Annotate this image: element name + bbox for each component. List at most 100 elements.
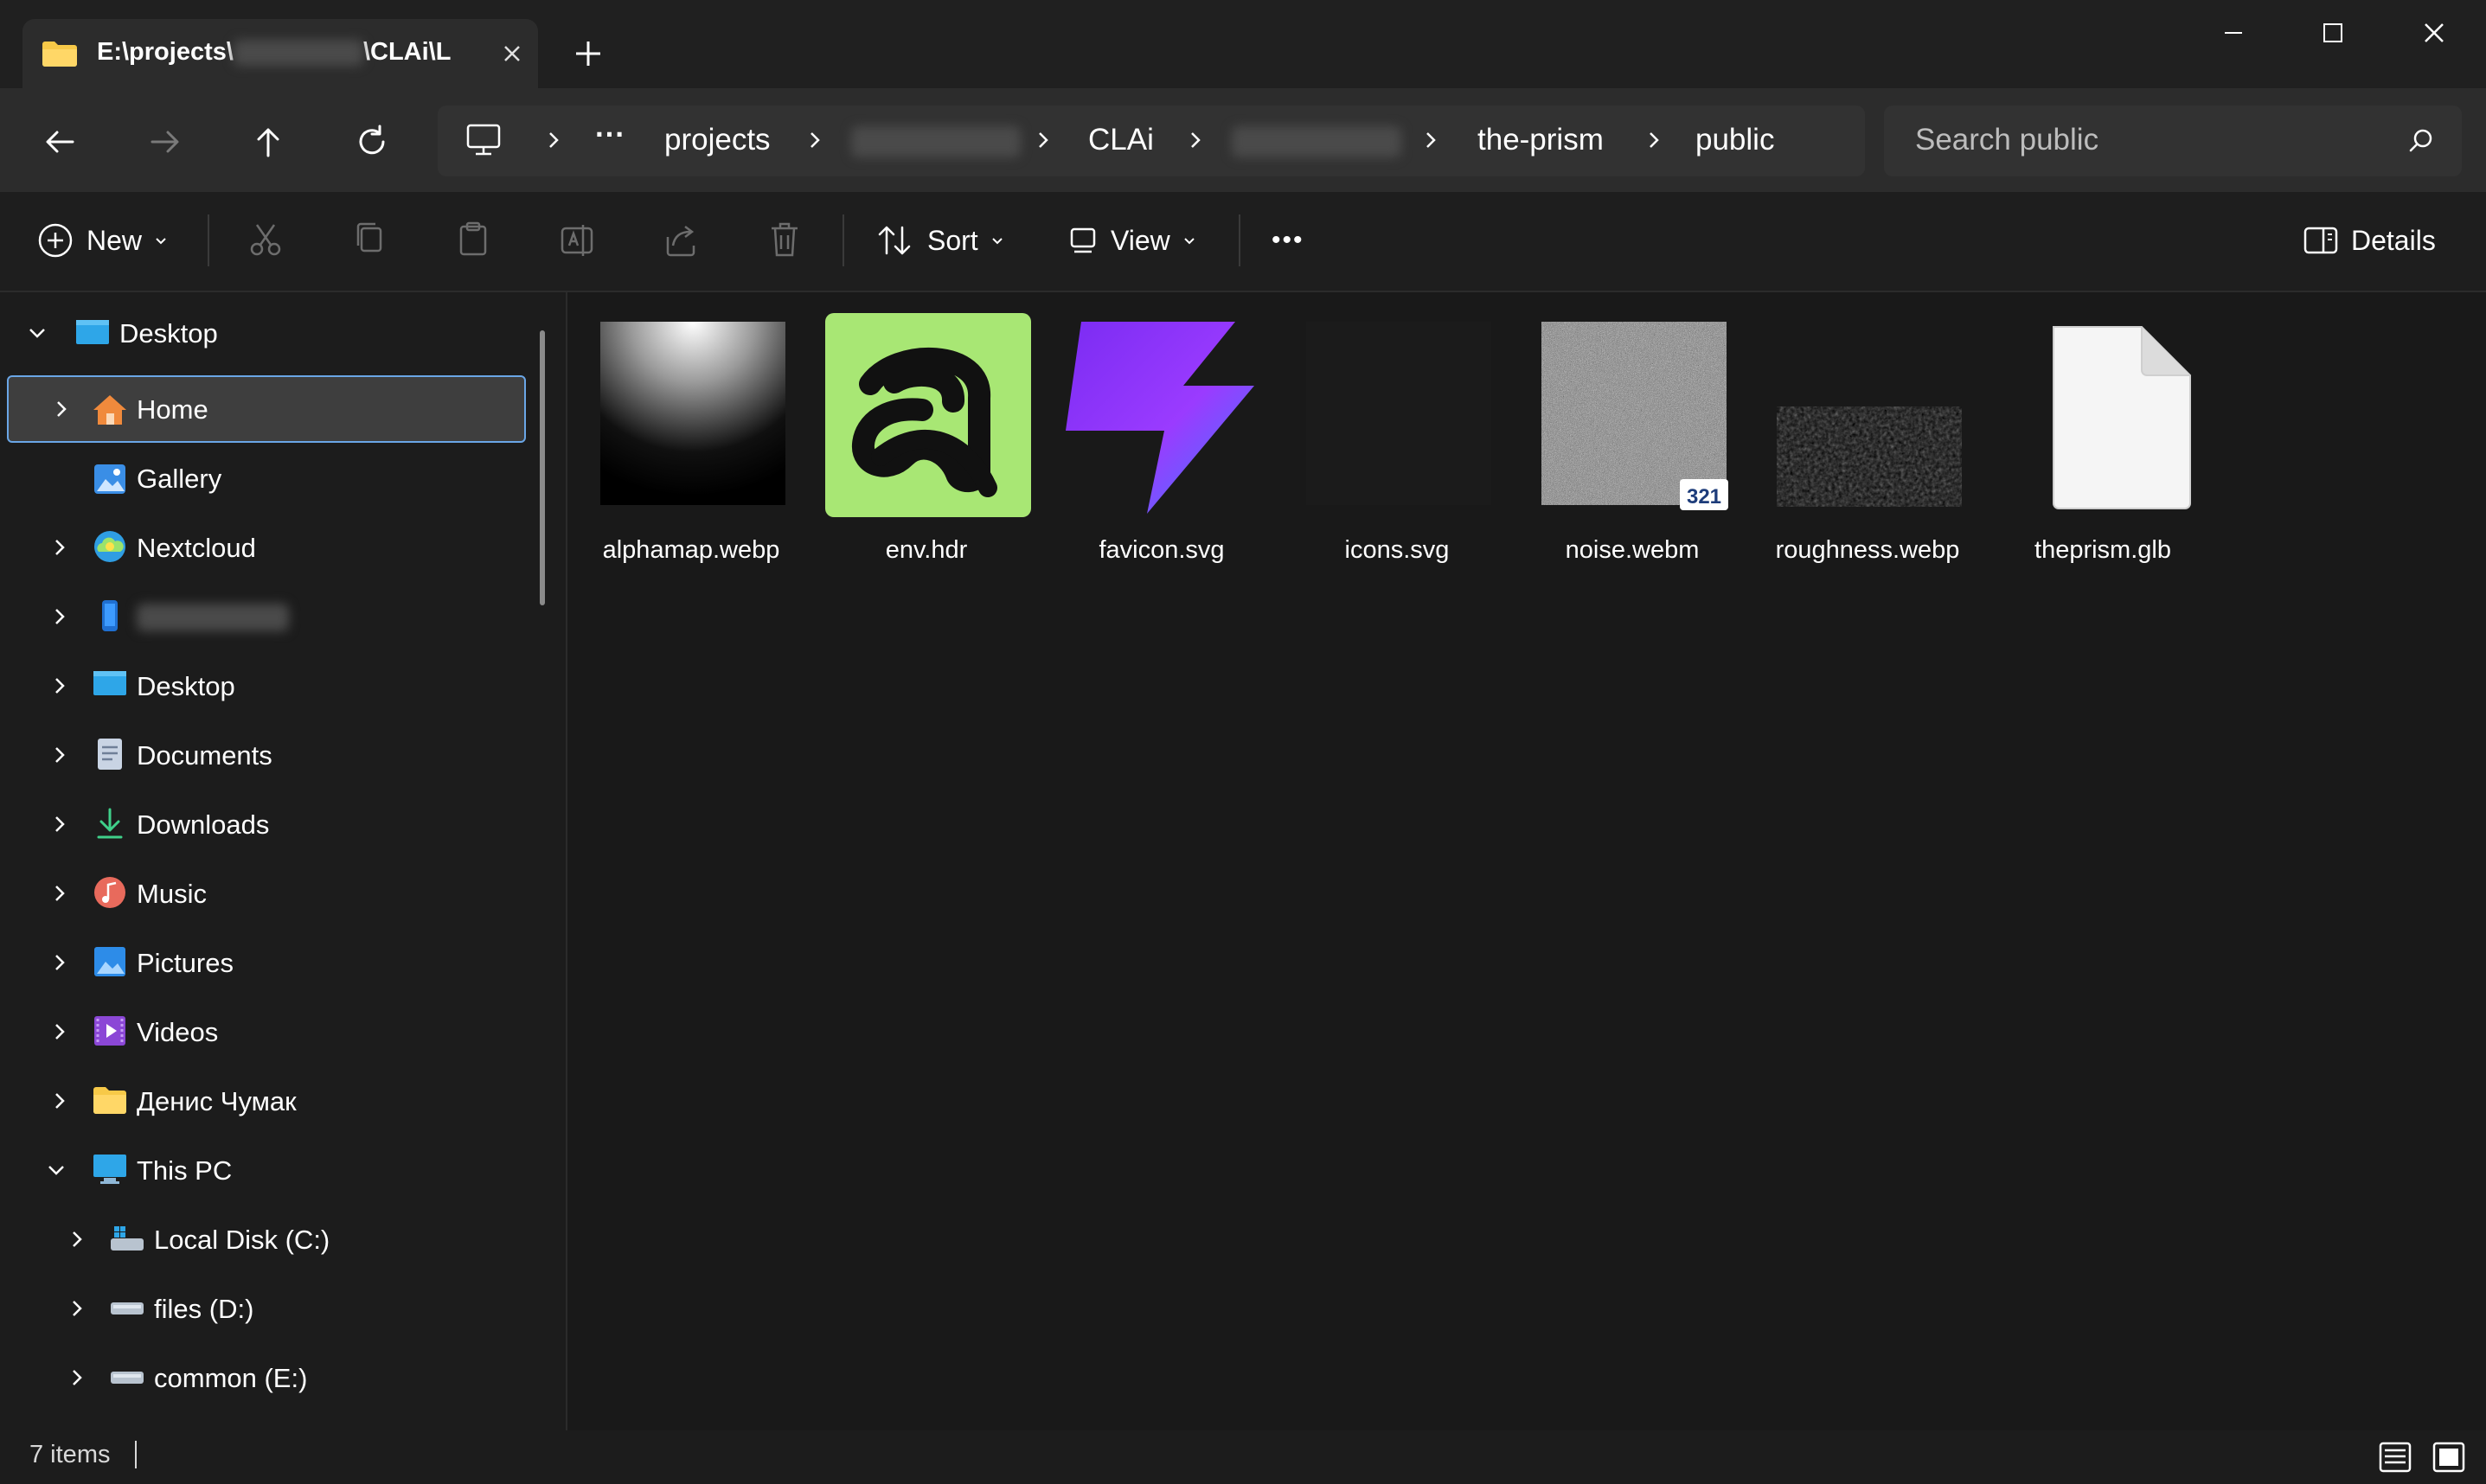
cut-icon[interactable] [246, 216, 285, 265]
file-item[interactable]: icons.svg [1289, 310, 1505, 564]
paste-icon[interactable] [453, 216, 493, 265]
chevron-right-icon[interactable] [803, 128, 827, 152]
sidebar-item-documents[interactable]: Documents [5, 721, 524, 789]
breadcrumb-overflow[interactable]: ··· [595, 118, 625, 152]
copy-icon[interactable] [349, 216, 389, 265]
file-item[interactable]: alphamap.webp [583, 310, 799, 564]
svg-text:321: 321 [1687, 485, 1721, 509]
sidebar-item-drive-e[interactable]: common (E:) [5, 1344, 524, 1411]
sidebar-item-nextcloud[interactable]: Nextcloud [5, 514, 524, 581]
drive-icon [111, 1302, 144, 1314]
breadcrumb-clai[interactable]: CLAi [1088, 123, 1154, 157]
chevron-right-icon[interactable] [541, 128, 566, 152]
tab-title-start: E:\projects\ [97, 38, 234, 66]
sidebar-item-label: Home [137, 394, 208, 425]
sidebar-item-videos[interactable]: Videos [5, 998, 524, 1065]
breadcrumb-the-prism[interactable]: the-prism [1477, 123, 1604, 157]
toolbar-divider [843, 214, 844, 266]
downloads-icon [97, 808, 123, 839]
sidebar-item-desktop-root[interactable]: Desktop [5, 299, 524, 367]
new-tab-button[interactable] [571, 36, 605, 71]
item-count: 7 items [29, 1441, 111, 1468]
forward-button[interactable] [145, 123, 183, 161]
share-icon[interactable] [661, 216, 701, 265]
chevron-right-icon[interactable] [1642, 128, 1666, 152]
chevron-right-icon[interactable] [50, 398, 73, 420]
chevron-right-icon[interactable] [48, 605, 71, 628]
chevron-right-icon[interactable] [48, 951, 71, 974]
sidebar-item-label: Local Disk (C:) [154, 1225, 330, 1255]
sidebar-item-desktop[interactable]: Desktop [5, 652, 524, 720]
sidebar-item-music[interactable]: Music [5, 860, 524, 927]
chevron-right-icon[interactable] [66, 1366, 88, 1389]
close-window-button[interactable] [2408, 12, 2460, 54]
minimize-button[interactable] [2207, 12, 2259, 54]
chevron-right-icon[interactable] [48, 1020, 71, 1043]
sidebar-item-gallery[interactable]: Gallery [5, 445, 524, 512]
status-bar: 7 items [0, 1430, 2486, 1484]
this-pc-icon[interactable] [465, 123, 502, 157]
file-item[interactable]: 321 noise.webm [1524, 310, 1740, 564]
sidebar-scrollbar[interactable] [540, 330, 545, 605]
chevron-right-icon[interactable] [48, 744, 71, 766]
details-view-icon[interactable] [2377, 1439, 2413, 1475]
file-list[interactable]: alphamap.webp env.hdr favicon.svg icons.… [567, 292, 2486, 1430]
search-icon[interactable] [2406, 126, 2436, 156]
search-input[interactable]: Search public [1915, 123, 2098, 157]
file-item[interactable]: favicon.svg [1054, 310, 1270, 564]
sort-button[interactable]: Sort [875, 216, 1006, 265]
sidebar-item-home[interactable]: Home [7, 375, 526, 443]
large-icons-view-icon[interactable] [2431, 1439, 2467, 1475]
videos-icon [94, 1016, 125, 1046]
file-name: theprism.glb [2034, 536, 2171, 564]
favicon-thumbnail [1066, 322, 1254, 514]
sidebar-item-pictures[interactable]: Pictures [5, 929, 524, 996]
address-bar[interactable]: ··· projects CLAi the-prism public [438, 106, 1865, 176]
chevron-right-icon[interactable] [48, 882, 71, 905]
file-item[interactable]: env.hdr [818, 310, 1035, 564]
search-box[interactable]: Search public [1884, 106, 2462, 176]
chevron-right-icon[interactable] [48, 536, 71, 559]
chevron-right-icon[interactable] [1031, 128, 1055, 152]
sidebar-item-user-folder[interactable]: Денис Чумак [5, 1067, 524, 1135]
refresh-button[interactable] [353, 123, 391, 161]
sidebar-item-device[interactable] [5, 583, 524, 650]
breadcrumb-public[interactable]: public [1695, 123, 1774, 157]
maximize-button[interactable] [2306, 12, 2358, 54]
breadcrumb-projects[interactable]: projects [664, 123, 771, 157]
chevron-down-icon [156, 238, 166, 245]
chevron-right-icon[interactable] [48, 1090, 71, 1112]
chevron-right-icon[interactable] [48, 813, 71, 835]
chevron-down-icon[interactable] [26, 322, 48, 344]
chevron-right-icon[interactable] [48, 675, 71, 697]
view-button[interactable]: View [1067, 216, 1198, 265]
this-pc-icon [93, 1155, 126, 1184]
chevron-down-icon [991, 238, 1003, 245]
tab-current[interactable]: E:\projects\ \CLAi\L [22, 19, 538, 88]
sidebar-item-drive-c[interactable]: Local Disk (C:) [5, 1206, 524, 1273]
phone-icon [102, 600, 118, 631]
close-tab-icon[interactable] [497, 38, 528, 69]
navigation-pane[interactable]: Desktop Home Gallery Nextcloud Desktop D… [0, 292, 566, 1430]
details-button[interactable]: Details [2303, 216, 2436, 265]
chevron-right-icon[interactable] [1419, 128, 1443, 152]
drive-icon [111, 1372, 144, 1384]
up-button[interactable] [249, 123, 287, 161]
chevron-right-icon[interactable] [66, 1297, 88, 1320]
file-name: favicon.svg [1099, 536, 1225, 564]
back-button[interactable] [42, 123, 80, 161]
redacted-breadcrumb [1232, 126, 1401, 157]
chevron-right-icon[interactable] [1183, 128, 1208, 152]
generic-file-icon [2053, 326, 2191, 509]
chevron-right-icon[interactable] [66, 1228, 88, 1251]
sidebar-item-drive-d[interactable]: files (D:) [5, 1275, 524, 1342]
chevron-down-icon[interactable] [45, 1159, 67, 1181]
new-button[interactable]: New [36, 216, 170, 265]
file-item[interactable]: theprism.glb [1995, 310, 2211, 564]
more-options-button[interactable]: ••• [1272, 216, 1304, 265]
delete-icon[interactable] [765, 216, 804, 265]
rename-icon[interactable] [557, 216, 597, 265]
sidebar-item-this-pc[interactable]: This PC [5, 1136, 524, 1204]
sidebar-item-downloads[interactable]: Downloads [5, 790, 524, 858]
file-item[interactable]: roughness.webp [1759, 310, 1976, 564]
